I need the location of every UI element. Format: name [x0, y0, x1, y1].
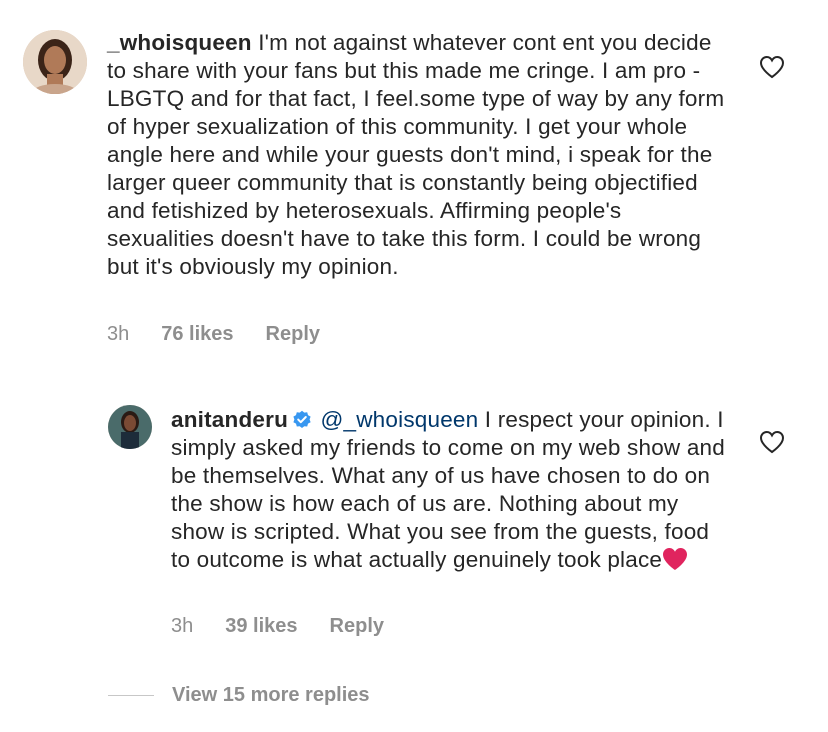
avatar-whoisqueen-image — [23, 30, 87, 94]
comment-time: 3h — [107, 323, 130, 345]
avatar-anitanderu-image — [108, 405, 152, 449]
reply-username[interactable]: anitanderu — [171, 407, 288, 432]
reply-reply-button[interactable]: Reply — [330, 615, 384, 638]
like-heart-icon[interactable] — [759, 430, 785, 454]
reply-time: 3h — [171, 615, 194, 637]
comment-meta: 3h 76 likes Reply — [107, 323, 352, 346]
red-heart-emoji — [663, 548, 688, 570]
avatar[interactable] — [108, 405, 152, 449]
avatar[interactable] — [23, 30, 87, 94]
verified-badge-icon — [293, 410, 311, 428]
comment-likes[interactable]: 76 likes — [161, 323, 233, 346]
comment-reply-button[interactable]: Reply — [266, 323, 320, 346]
reply-body: anitanderu @_whoisqueen I respect your o… — [171, 406, 726, 574]
view-more-replies[interactable]: View 15 more replies — [108, 684, 370, 707]
comment-text: I'm not against whatever cont ent you de… — [107, 30, 725, 279]
reply-meta: 3h 39 likes Reply — [171, 615, 416, 638]
view-more-label[interactable]: View 15 more replies — [172, 684, 370, 707]
reply-likes[interactable]: 39 likes — [225, 615, 297, 638]
comment-body: _whoisqueen I'm not against whatever con… — [107, 29, 732, 281]
divider — [108, 695, 154, 696]
comment-username[interactable]: _whoisqueen — [107, 30, 252, 55]
like-heart-icon[interactable] — [759, 55, 785, 79]
reply-mention[interactable]: @_whoisqueen — [320, 407, 478, 432]
